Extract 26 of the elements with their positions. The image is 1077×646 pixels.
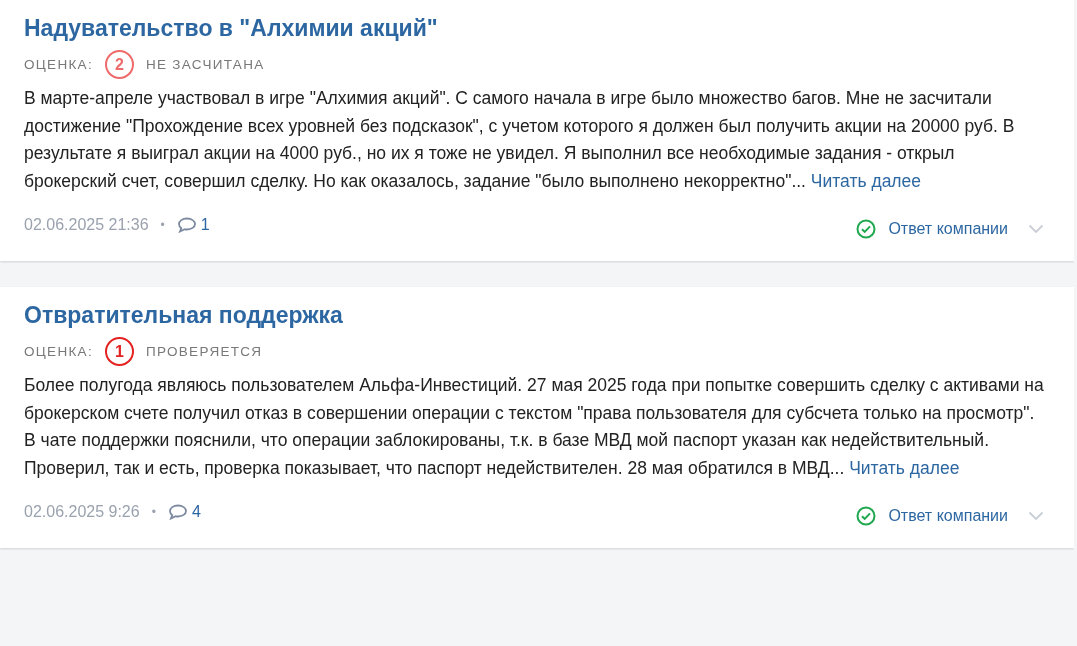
company-reply-link[interactable]: Ответ компании <box>888 220 1008 238</box>
chevron-icon[interactable] <box>1028 224 1044 234</box>
review-text: В марте-апреле участвовал в игре "Алхимия акций". С самого начала в игре было множество багов. Мне не засчитали достижение "Прохождение всех уровней без подсказок", с учетом которого я должен был получить акции на 20000 руб. В результате я выиграл акции на 4000 руб., но их я тоже не увидел. Я выполнил все необходимые задания - открыл брокерский счет, совершил сделку. Но как оказалось, задание "было выполнено некорректно"... Читать далее <box>24 87 1016 193</box>
comment-icon <box>176 217 197 233</box>
comment-icon <box>167 504 188 520</box>
chevron-icon[interactable] <box>1028 511 1044 521</box>
separator-dot: • <box>160 218 165 232</box>
review-title[interactable]: Отвратительная поддержка <box>24 299 1044 331</box>
check-circle-icon <box>856 506 877 526</box>
review-date: 02.06.2025 21:36 <box>24 216 149 234</box>
rating-score: 2 <box>104 50 134 79</box>
rating-label: ОЦЕНКА: <box>24 344 93 359</box>
read-more-link[interactable]: Читать далее <box>810 170 922 191</box>
review-status: ПРОВЕРЯЕТСЯ <box>145 344 263 359</box>
review-text: Более полугода являюсь пользователем Альфа-Инвестиций. 27 мая 2025 года при попытке совершить сделку с активами на брокерском счете получил отказ в совершении операции с текстом "права пользователя для субсчета только на просмотр". В чате поддержки пояснили, что операции заблокированы, т.к. в базе МВД мой паспорт указан как недействительный. Проверил, так и есть, проверка показывает, что паспорт недействителен. 28 мая обратился в МВД... Читать далее <box>24 374 1044 480</box>
rating-score: 1 <box>104 337 134 366</box>
read-more-link[interactable]: Читать далее <box>849 457 960 478</box>
review-date: 02.06.2025 9:26 <box>24 503 140 521</box>
separator-dot: • <box>151 505 156 519</box>
check-circle-icon <box>856 219 877 239</box>
review-status: НЕ ЗАСЧИТАНА <box>145 57 265 72</box>
rating-label: ОЦЕНКА: <box>24 57 93 72</box>
review-title[interactable]: Надувательство в "Алхимии акций" <box>24 12 1044 44</box>
comment-count[interactable]: 1 <box>200 216 210 234</box>
comment-count[interactable]: 4 <box>191 503 201 521</box>
company-reply-link[interactable]: Ответ компании <box>888 507 1008 525</box>
